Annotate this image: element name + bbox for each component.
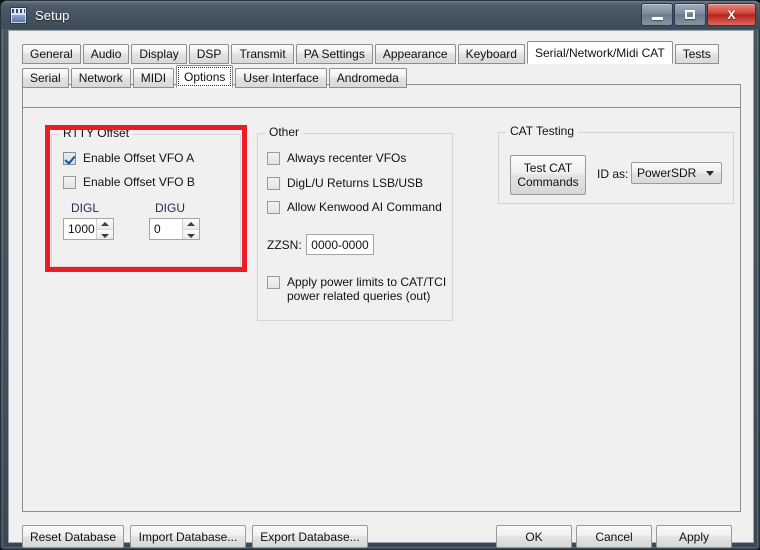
checkbox-box[interactable] [63,152,76,165]
client-area: General Audio Display DSP Transmit PA Se… [8,30,754,548]
minimize-button[interactable] [641,3,673,26]
ok-button[interactable]: OK [496,525,572,548]
setup-window: Setup X General Audio Display DSP Transm… [0,0,760,550]
title-bar[interactable]: Setup X [1,1,760,29]
tab-label: Serial/Network/Midi CAT [534,45,665,60]
checkbox-box[interactable] [267,276,280,289]
tab-label: MIDI [140,71,167,85]
tab-audio[interactable]: Audio [82,44,130,64]
checkbox-enable-offset-vfo-a[interactable]: Enable Offset VFO A [63,151,194,165]
subtab-andromeda[interactable]: Andromeda [328,68,407,88]
checkbox-label: Enable Offset VFO B [83,175,195,189]
checkbox-label: Apply power limits to CAT/TCI power rela… [287,275,447,303]
tab-tests[interactable]: Tests [674,44,719,64]
tab-label: Keyboard [465,47,517,61]
checkbox-label: Enable Offset VFO A [83,151,195,165]
tab-label: Appearance [382,47,448,61]
tab-label: Network [78,71,123,85]
id-as-value: PowerSDR [637,166,697,180]
tab-serial-network-midi-cat[interactable]: Serial/Network/Midi CAT [526,41,673,64]
test-cat-commands-button[interactable]: Test CAT Commands [510,155,586,195]
window-controls: X [641,3,756,26]
import-database-button[interactable]: Import Database... [130,525,246,548]
close-icon: X [727,7,736,22]
digu-stepper[interactable]: 0 [149,218,200,240]
tab-label: Audio [90,47,122,61]
digl-stepper-arrows[interactable] [96,219,113,239]
digl-value[interactable]: 1000 [64,219,96,239]
checkbox-label: DigL/U Returns LSB/USB [287,176,424,190]
setup-window-icon [10,7,27,24]
subtab-options[interactable]: Options [176,65,234,88]
checkbox-label: Allow Kenwood AI Command [287,200,442,214]
tab-label: General [30,47,73,61]
checkbox-box[interactable] [267,152,280,165]
tab-label: Tests [682,47,711,61]
cancel-button[interactable]: Cancel [576,525,652,548]
chevron-down-icon[interactable] [183,228,199,239]
tab-label: Serial [30,71,61,85]
zzsn-field[interactable]: 0000-0000 [306,234,374,255]
checkbox-always-recenter-vfos[interactable]: Always recenter VFOs [267,151,406,165]
id-as-label: ID as: [597,167,629,181]
tab-dsp[interactable]: DSP [188,44,230,64]
tab-pa-settings[interactable]: PA Settings [295,44,373,64]
checkbox-box[interactable] [63,176,76,189]
maximize-icon [675,4,705,25]
checkbox-digl-u-returns-lsb-usb[interactable]: DigL/U Returns LSB/USB [267,176,423,190]
digu-value[interactable]: 0 [150,219,182,239]
checkbox-box[interactable] [267,201,280,214]
digl-stepper[interactable]: 1000 [63,218,114,240]
maximize-button[interactable] [674,3,706,26]
checkbox-box[interactable] [267,177,280,190]
close-button[interactable]: X [707,3,756,26]
checkbox-apply-power-limits[interactable]: Apply power limits to CAT/TCI power rela… [267,275,447,303]
secondary-tab-strip: Serial Network MIDI Options User Interfa… [22,65,409,88]
tab-display[interactable]: Display [131,44,187,64]
subtab-user-interface[interactable]: User Interface [235,68,327,88]
chevron-up-icon[interactable] [183,219,199,229]
tab-label: Display [139,47,179,61]
checkbox-label: Always recenter VFOs [287,151,407,165]
tab-transmit[interactable]: Transmit [231,44,294,64]
tab-label: Transmit [239,47,286,61]
window-title: Setup [35,7,70,23]
rtty-offset-legend: RTTY Offset [59,126,134,140]
other-legend: Other [265,125,304,139]
digu-stepper-arrows[interactable] [182,219,199,239]
reset-database-button[interactable]: Reset Database [22,525,124,548]
checkbox-enable-offset-vfo-b[interactable]: Enable Offset VFO B [63,175,195,189]
primary-tab-strip: General Audio Display DSP Transmit PA Se… [22,41,721,64]
tab-general[interactable]: General [22,44,81,64]
zzsn-label: ZZSN: [267,238,302,252]
checkbox-allow-kenwood-ai-command[interactable]: Allow Kenwood AI Command [267,200,442,214]
tab-appearance[interactable]: Appearance [374,44,456,64]
digu-label: DIGU [155,201,185,215]
chevron-down-icon[interactable] [701,163,718,183]
chevron-up-icon[interactable] [97,219,113,229]
tab-label: Andromeda [336,71,399,85]
minimize-icon [642,4,672,25]
tab-label: User Interface [243,71,319,85]
tab-keyboard[interactable]: Keyboard [457,44,525,64]
chevron-down-icon[interactable] [97,228,113,239]
export-database-button[interactable]: Export Database... [252,525,368,548]
subtab-midi[interactable]: MIDI [132,68,175,88]
apply-button[interactable]: Apply [656,525,732,548]
digl-label: DIGL [71,201,100,215]
subtab-network[interactable]: Network [70,68,131,88]
subtab-serial[interactable]: Serial [22,68,69,88]
tab-label: PA Settings [303,47,365,61]
tab-label: DSP [196,47,222,61]
cat-testing-legend: CAT Testing [506,124,579,138]
id-as-dropdown[interactable]: PowerSDR [631,162,722,184]
tab-label: Options [184,69,226,84]
